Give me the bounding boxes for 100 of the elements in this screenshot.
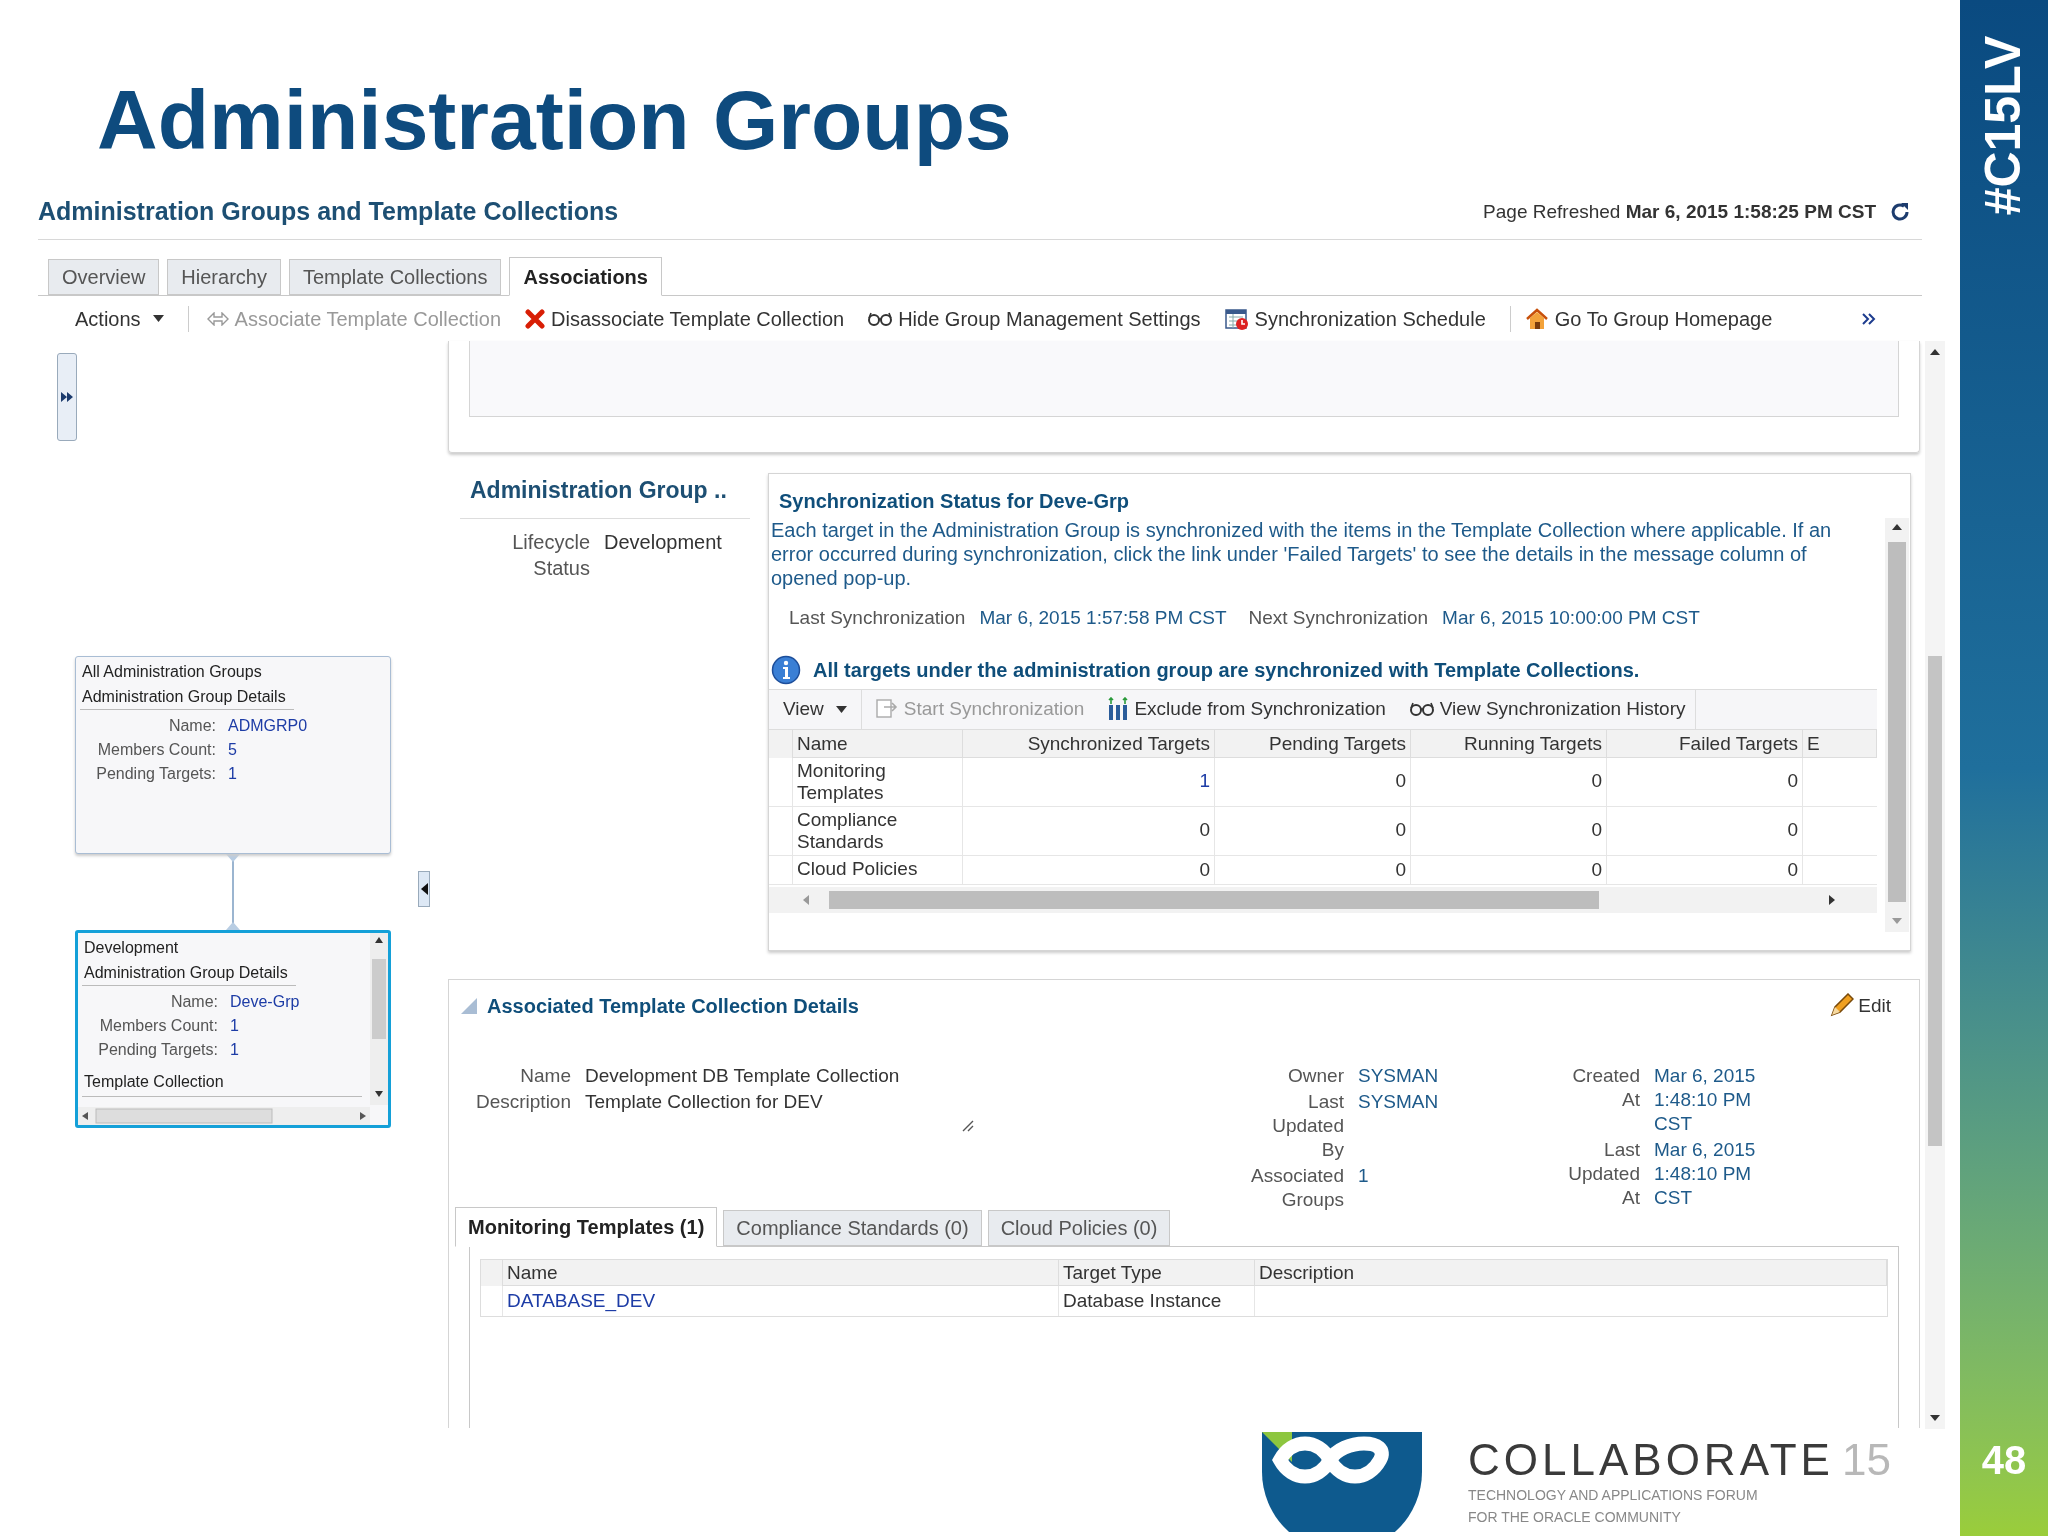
- column-header[interactable]: E: [1803, 729, 1877, 758]
- toolbar-button[interactable]: Exclude from Synchronization: [1094, 689, 1396, 729]
- refresh-timestamp: Page Refreshed Mar 6, 2015 1:58:25 PM CST: [1483, 199, 1876, 224]
- double-triangle-icon: [61, 392, 73, 402]
- table-cell: 0: [1215, 757, 1411, 807]
- expand-panel-button[interactable]: [57, 353, 77, 441]
- info-message: All targets under the administration group are synchronized with Template Collections.: [813, 657, 1640, 683]
- field-value: 1: [1358, 1164, 1370, 1188]
- field-value: Development: [604, 529, 722, 555]
- table-cell: 0: [1607, 806, 1803, 856]
- field-label: Name:: [167, 716, 216, 736]
- column-header[interactable]: Pending Targets: [1215, 729, 1411, 758]
- field-label: Created At: [1571, 1064, 1640, 1112]
- page-title: Administration Groups and Template Collections: [38, 196, 619, 228]
- section-label: Template Collection: [82, 1068, 362, 1097]
- field-value: Mar 6, 2015 10:00:00 PM CST: [1442, 606, 1700, 630]
- edit-button[interactable]: Edit: [1828, 991, 1891, 1021]
- brand-name: COLLABORATE: [1468, 1438, 1834, 1482]
- toolbar-button[interactable]: View Synchronization History: [1395, 689, 1697, 729]
- node-subtitle: Administration Group Details: [82, 961, 296, 986]
- field-value: 1: [228, 764, 238, 784]
- node-card[interactable]: All Administration Groups Administration Group Details Name: ADMGRP0 Members Count: 5 Pending Targets: 1: [75, 656, 391, 854]
- table-cell: 0: [1215, 855, 1411, 885]
- field-value: Mar 6, 2015 1:57:58 PM CST: [979, 606, 1227, 630]
- column-header[interactable]: Running Targets: [1411, 729, 1607, 758]
- resize-grip-icon: [960, 1118, 974, 1132]
- field-value: 1: [230, 1016, 240, 1036]
- close-icon: [525, 308, 546, 329]
- panel-title: Synchronization Status for Deve-Grp: [778, 489, 1131, 514]
- field-label: Lifecycle Status: [511, 529, 590, 581]
- triangle-icon: [420, 883, 428, 895]
- info-icon: [771, 654, 801, 685]
- field-value: Mar 6, 2015 1:48:10 PM CST: [1654, 1064, 1757, 1136]
- node-title: Development: [83, 938, 180, 958]
- description: Each target in the Administration Group is synchronized with the items in the Template Collection where applicable. If an error occurred during synchronization, click the link under 'Failed Targets' to see the details in the message column of opened pop-up.: [770, 518, 1833, 590]
- table-link[interactable]: DATABASE_DEV: [503, 1286, 1059, 1316]
- column-header[interactable]: Name: [793, 729, 963, 758]
- field-label: Owner: [1287, 1064, 1344, 1088]
- tab[interactable]: Overview: [48, 259, 160, 295]
- field-label: Pending Targets:: [97, 1040, 218, 1060]
- tab[interactable]: Monitoring Templates (1): [455, 1207, 718, 1247]
- column-header[interactable]: Target Type: [1059, 1260, 1255, 1286]
- tab[interactable]: Template Collections: [288, 259, 502, 295]
- toolbar-button[interactable]: Disassociate Template Collection: [525, 303, 845, 334]
- node-card[interactable]: Development Administration Group Details Name: Deve-Grp Members Count: 1 Pending Targets: 1 Template Collection: [75, 930, 391, 1128]
- field-label: Pending Targets:: [95, 764, 216, 784]
- column-header[interactable]: Failed Targets: [1607, 729, 1803, 758]
- field-value: Mar 6, 2015 1:48:10 PM CST: [1654, 1138, 1757, 1210]
- chevrons-icon: [1862, 312, 1876, 325]
- column-header[interactable]: Description: [1255, 1260, 1887, 1286]
- panel-title: Associated Template Collection Details: [487, 994, 859, 1019]
- page-number: 48: [1981, 1437, 2027, 1484]
- table-cell: 0: [1607, 757, 1803, 807]
- column-header[interactable]: Synchronized Targets: [963, 729, 1215, 758]
- row-header-cell: [769, 855, 793, 885]
- field-value: Development DB Template Collection: [585, 1064, 901, 1088]
- calendar-clock-icon: [1224, 307, 1249, 330]
- toolbar-button[interactable]: Synchronization Schedule: [1224, 303, 1486, 334]
- table-cell: 0: [1411, 855, 1607, 885]
- hashtag: #C15LV: [1974, 35, 2033, 215]
- tagline: TECHNOLOGY AND APPLICATIONS FORUM: [1468, 1486, 1759, 1504]
- table-cell: Database Instance: [1059, 1286, 1255, 1316]
- row-header-cell: [769, 806, 793, 856]
- tab[interactable]: Associations: [509, 257, 662, 296]
- field-value: Deve-Grp: [230, 992, 301, 1012]
- pencil-icon: [1828, 993, 1855, 1019]
- bars-arrows-icon: [1108, 697, 1129, 721]
- toolbar-button[interactable]: Hide Group Management Settings: [868, 303, 1201, 334]
- menu-button[interactable]: View: [769, 689, 862, 729]
- field-value: Template Collection for DEV: [585, 1090, 824, 1114]
- field-label: Members Count:: [98, 1016, 218, 1036]
- brand-edition: 15: [1841, 1438, 1891, 1482]
- double-arrow-icon: [206, 311, 229, 326]
- table-cell: 0: [963, 806, 1215, 856]
- table-cell: 0: [1411, 757, 1607, 807]
- caret-icon: [835, 705, 847, 713]
- table-cell: 0: [1411, 806, 1607, 856]
- glasses-icon: [1409, 702, 1434, 716]
- field-value: 5: [228, 740, 238, 760]
- field-label: Associated Groups: [1250, 1164, 1344, 1212]
- field-label: Last Updated By: [1271, 1090, 1344, 1162]
- house-icon: [1524, 307, 1549, 330]
- section-title: Administration Group ..: [460, 473, 750, 519]
- caret-icon: [152, 315, 164, 322]
- tagline: FOR THE ORACLE COMMUNITY: [1468, 1508, 1682, 1526]
- menu-button[interactable]: Actions: [75, 303, 164, 334]
- table-cell[interactable]: 1: [963, 757, 1215, 807]
- collapse-toggle[interactable]: [418, 871, 430, 907]
- tab[interactable]: Compliance Standards (0): [723, 1210, 982, 1246]
- tab[interactable]: Hierarchy: [167, 259, 281, 295]
- field-value: 1: [230, 1040, 240, 1060]
- table-cell: 0: [1215, 806, 1411, 856]
- field-value: ADMGRP0: [228, 716, 309, 736]
- field-value: SYSMAN: [1358, 1064, 1440, 1088]
- column-header[interactable]: Name: [503, 1260, 1059, 1286]
- row-header-cell: [769, 757, 793, 807]
- tab[interactable]: Cloud Policies (0): [987, 1210, 1171, 1246]
- table-cell: Compliance Standards: [793, 806, 963, 856]
- field-label: Description: [474, 1090, 571, 1114]
- toolbar-button[interactable]: Go To Group Homepage: [1524, 303, 1773, 334]
